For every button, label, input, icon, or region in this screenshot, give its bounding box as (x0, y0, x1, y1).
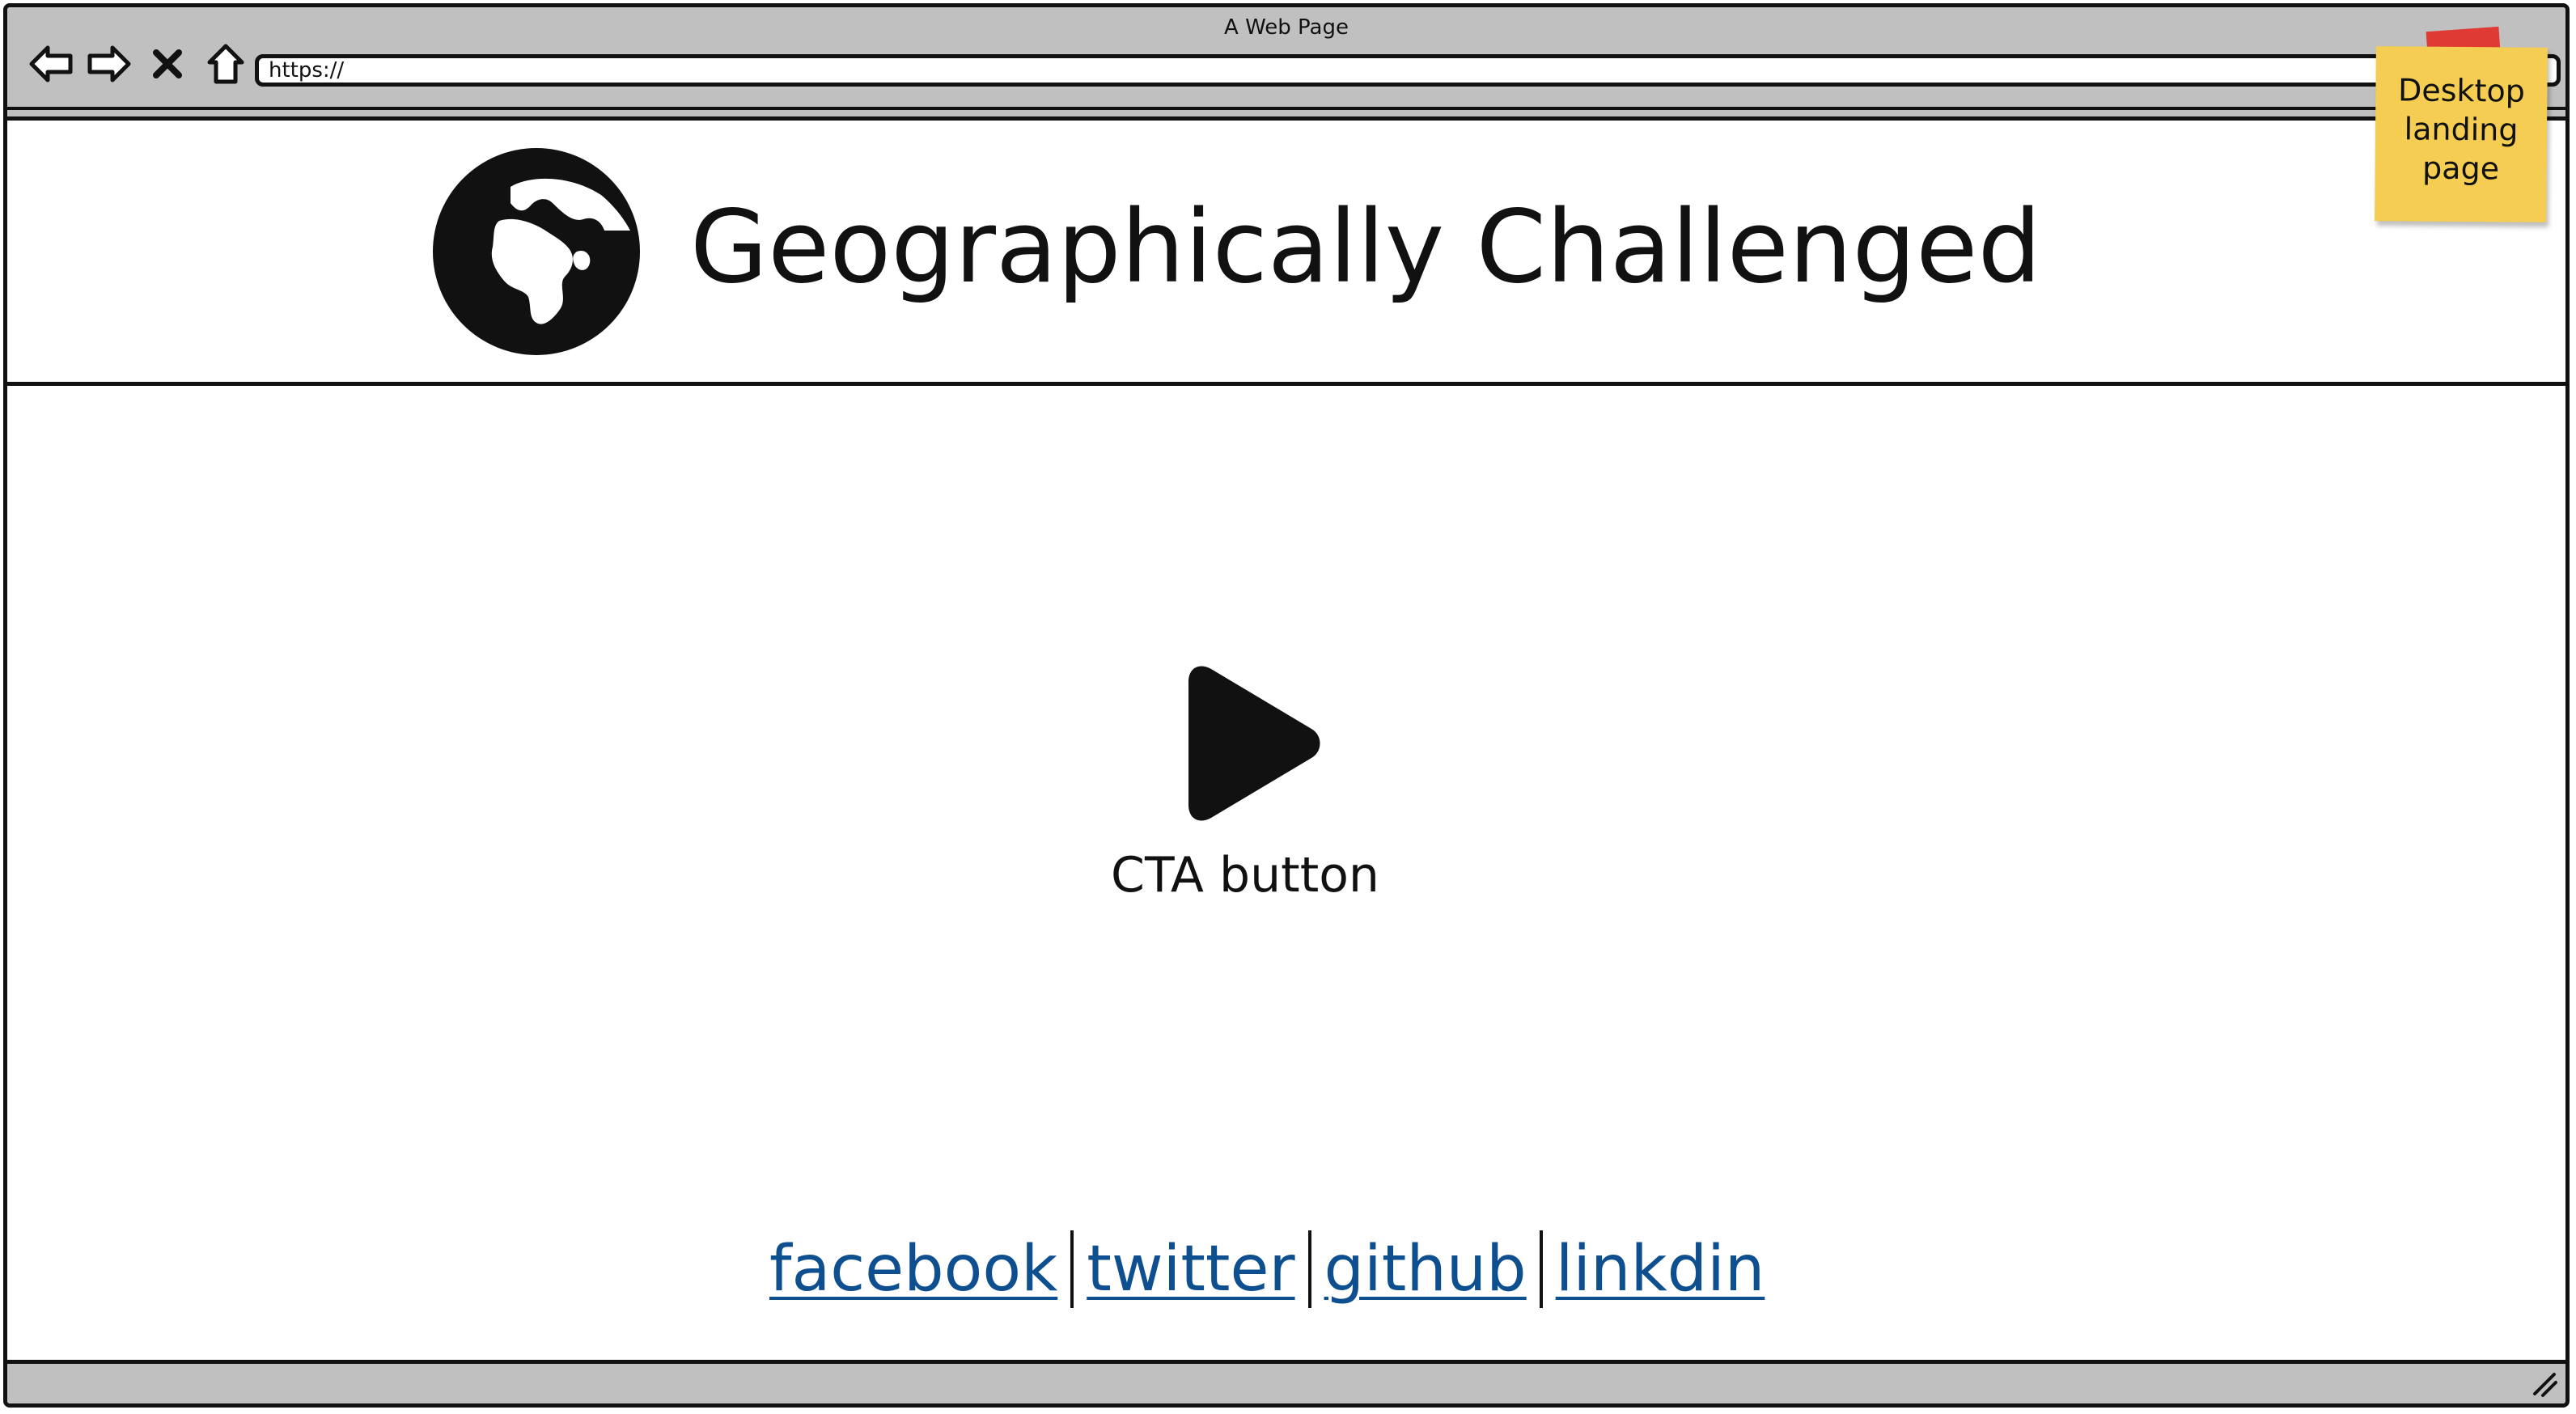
twitter-link[interactable]: twitter (1078, 1233, 1303, 1306)
back-arrow-icon[interactable] (27, 40, 75, 88)
window-title: A Web Page (1224, 15, 1349, 40)
link-divider (1307, 1230, 1311, 1308)
link-divider (1070, 1230, 1074, 1308)
cta-button[interactable]: CTA button (1108, 661, 1383, 904)
linkedin-link[interactable]: linkdin (1548, 1233, 1773, 1306)
site-header: Geographically Challenged (7, 121, 2565, 386)
nav-controls (27, 40, 250, 88)
browser-window: A Web Page https:// Geographically Chall… (3, 3, 2570, 1408)
status-bar (7, 1360, 2565, 1403)
url-input[interactable]: https:// (255, 54, 2561, 87)
forward-arrow-icon[interactable] (85, 40, 133, 88)
social-links: facebook twitter github linkdin (761, 1230, 1773, 1308)
browser-chrome: A Web Page https:// (7, 7, 2565, 121)
sticky-note: Desktop landing page (2375, 46, 2548, 222)
globe-icon (431, 146, 642, 357)
github-link[interactable]: github (1316, 1233, 1535, 1306)
resize-grip-icon[interactable] (2530, 1370, 2559, 1399)
play-icon (1188, 666, 1320, 821)
cta-label: CTA button (1111, 847, 1379, 904)
facebook-link[interactable]: facebook (761, 1233, 1066, 1306)
home-icon[interactable] (201, 40, 250, 88)
site-title: Geographically Challenged (690, 189, 2042, 306)
link-divider (1539, 1230, 1543, 1308)
stop-icon[interactable] (143, 40, 192, 88)
